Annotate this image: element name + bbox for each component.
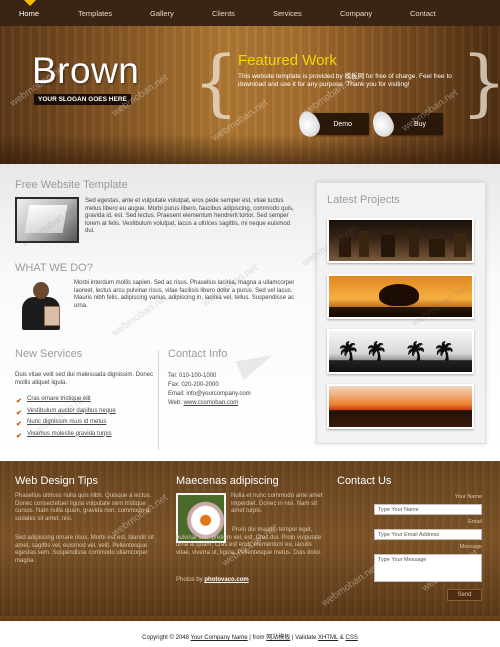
xhtml-link[interactable]: XHTML [318,635,338,641]
list-item[interactable]: ✔ Cras ornare tristique elit [15,396,116,408]
contact-web-link[interactable]: www.cssmoban.com [184,400,239,406]
project-thumbnail-city[interactable] [327,218,474,263]
footer: Copyright © 2048 Your Company Name | fro… [0,622,500,647]
list-item-label: Vestibulum auctor dapibus neque [27,407,116,414]
source-link[interactable]: 网站模板 [266,635,290,641]
contact-info-heading: Contact Info [168,348,228,360]
contact-email: Email: info@yourcompany.com [168,391,251,397]
paper-plane-icon [238,345,278,375]
email-label: Email [468,519,482,525]
nav-item-company[interactable]: Company [340,9,372,18]
footer-sep: | from [247,635,267,641]
active-nav-marker-icon [24,0,36,6]
list-item-label: Cras ornare tristique elit [27,396,91,402]
list-item-label: Vivamus molestie gravida turpis [27,430,112,437]
site-slogan: YOUR SLOGAN GOES HERE [34,94,131,105]
services-list: ✔ Cras ornare tristique elit ✔ Vestibulum … [15,396,116,442]
list-item-label: Nunc dignissim risus id metus [27,419,107,425]
new-services-heading: New Services [15,348,83,360]
contact-web: Web: www.cssmoban.com [168,400,238,406]
project-thumbnail-tree[interactable] [327,274,474,319]
what-we-do-text: Morbi interdum mollis sapien. Sed ac ris… [74,280,295,309]
hero-banner: Brown YOUR SLOGAN GOES HERE { } Featured… [0,26,500,164]
footer-sep: | Validate [290,635,319,641]
nav-item-services[interactable]: Services [273,9,302,18]
maecenas-text-below: Proin dui mauris, tempor eget, pulvinar … [176,527,322,556]
message-textarea[interactable]: Type Your Message [374,554,482,582]
web-design-tips-heading: Web Design Tips [15,475,98,487]
latest-projects-heading: Latest Projects [327,194,400,206]
photo-credit-label: Photos by [176,577,205,583]
person-head [33,282,49,299]
column-divider [158,350,159,450]
left-brace-icon: { [193,40,239,124]
nav-item-clients[interactable]: Clients [212,9,235,18]
demo-button-label: Demo [333,120,352,128]
featured-text: This website template is provided by 模板网… [238,73,452,88]
name-label: Your Name [454,494,482,500]
what-we-do-heading: WHAT WE DO? [15,262,93,274]
check-icon: ✔ [16,398,22,405]
list-item[interactable]: ✔ Nunc dignissim risus id metus [15,419,116,431]
nav-item-gallery[interactable]: Gallery [150,9,174,18]
free-template-text: Sed egestas, ante et vulputate volutpat,… [85,198,294,235]
css-link[interactable]: CSS [345,635,357,641]
contact-us-heading: Contact Us [337,475,392,487]
web-design-tips-p1: Phasellus ultrices nulla quis nibh. Quis… [15,493,152,522]
maecenas-heading: Maecenas adipiscing [176,475,279,487]
list-item[interactable]: ✔ Vivamus molestie gravida turpis [15,431,116,443]
hero-shade [0,134,500,164]
project-thumbnail-palms[interactable] [327,329,474,374]
maecenas-text-side: Nulla et nunc commodo ante amet imperdie… [231,493,323,515]
site-logo[interactable]: Brown [32,50,139,92]
nav-item-templates[interactable]: Templates [78,9,112,18]
web-design-tips-p2: Sed adipiscing ornare risus. Morbi est e… [15,535,154,564]
free-template-heading: Free Website Template [15,179,128,191]
check-icon: ✔ [16,421,22,428]
nav-item-contact[interactable]: Contact [410,9,436,18]
check-icon: ✔ [16,432,22,440]
person-thumbnail [16,280,66,330]
nav-item-home[interactable]: Home [19,9,39,18]
project-thumbnail-sunset[interactable] [327,384,474,429]
latest-projects-panel: Latest Projects [316,182,486,444]
copyright-text: Copyright © 2048 [142,635,191,641]
contact-fax: Fax: 020-200-2000 [168,382,219,388]
email-input[interactable]: Type Your Email Address [374,529,482,540]
buy-button-label: Buy [413,120,426,128]
person-card [44,306,60,326]
check-icon: ✔ [16,409,22,417]
right-brace-icon: } [461,46,500,118]
demo-button[interactable]: Demo [295,108,369,140]
book-thumbnail [15,197,79,243]
contact-web-label: Web: [168,400,184,406]
contact-tel: Tel: 010-100-1000 [168,373,217,379]
message-label: Message [459,544,482,550]
top-nav: Home Templates Gallery Clients Services … [0,0,500,26]
buy-button[interactable]: Buy [369,108,443,140]
send-button[interactable]: Send [447,589,482,601]
new-services-intro: Duis vitae velit sed dui malesuada digni… [15,372,154,386]
photo-credit: Photos by photovaco.com [176,577,249,583]
list-item[interactable]: ✔ Vestibulum auctor dapibus neque [15,408,116,420]
company-link[interactable]: Your Company Name [191,635,248,641]
photo-credit-link[interactable]: photovaco.com [204,577,248,583]
featured-title: Featured Work [238,52,337,69]
name-input[interactable]: Type Your Name [374,504,482,515]
